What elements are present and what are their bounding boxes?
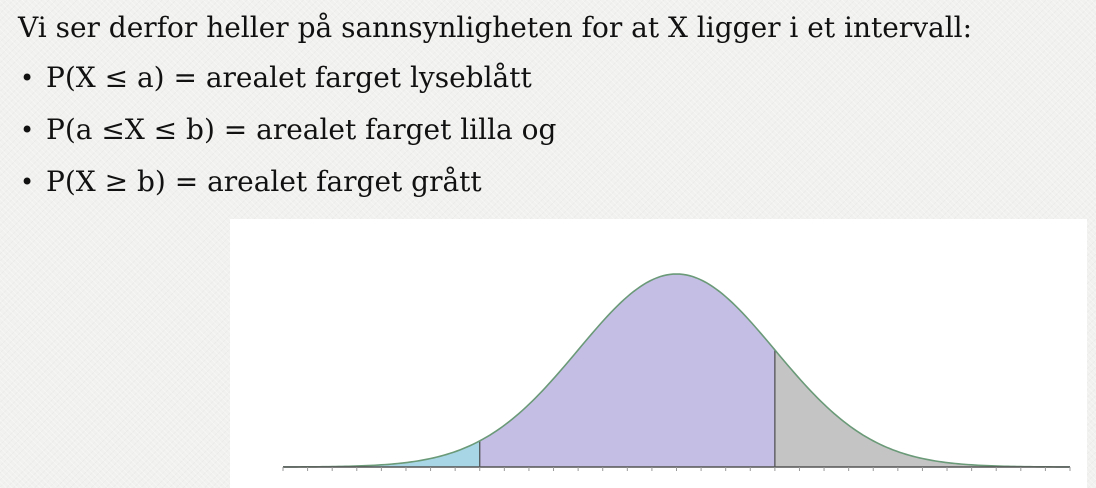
bullet-dot-icon: • [20, 64, 35, 92]
bullet-list: • P(X ≤ a) = arealet farget lyseblått • P(… [18, 58, 1086, 214]
region-2 [479, 274, 775, 467]
bullet-text: P(X ≤ a) = arealet farget lyseblått [46, 61, 532, 94]
bullet-text: P(a ≤X ≤ b) = arealet farget lilla og [46, 113, 557, 146]
bullet-dot-icon: • [20, 168, 35, 196]
region-3 [774, 349, 1070, 467]
slide-text: Vi ser derfor heller på sannsynligheten … [18, 8, 1086, 214]
bullet-dot-icon: • [20, 116, 35, 144]
bullet-item: • P(a ≤X ≤ b) = arealet farget lilla og [18, 110, 1086, 162]
bullet-text: P(X ≥ b) = arealet farget grått [46, 165, 482, 198]
bullet-item: • P(X ≤ a) = arealet farget lyseblått [18, 58, 1086, 110]
normal-curve-figure [230, 219, 1087, 488]
bullet-item: • P(X ≥ b) = arealet farget grått [18, 162, 1086, 214]
normal-curve-chart [282, 273, 1071, 471]
intro-text: Vi ser derfor heller på sannsynligheten … [18, 11, 973, 44]
